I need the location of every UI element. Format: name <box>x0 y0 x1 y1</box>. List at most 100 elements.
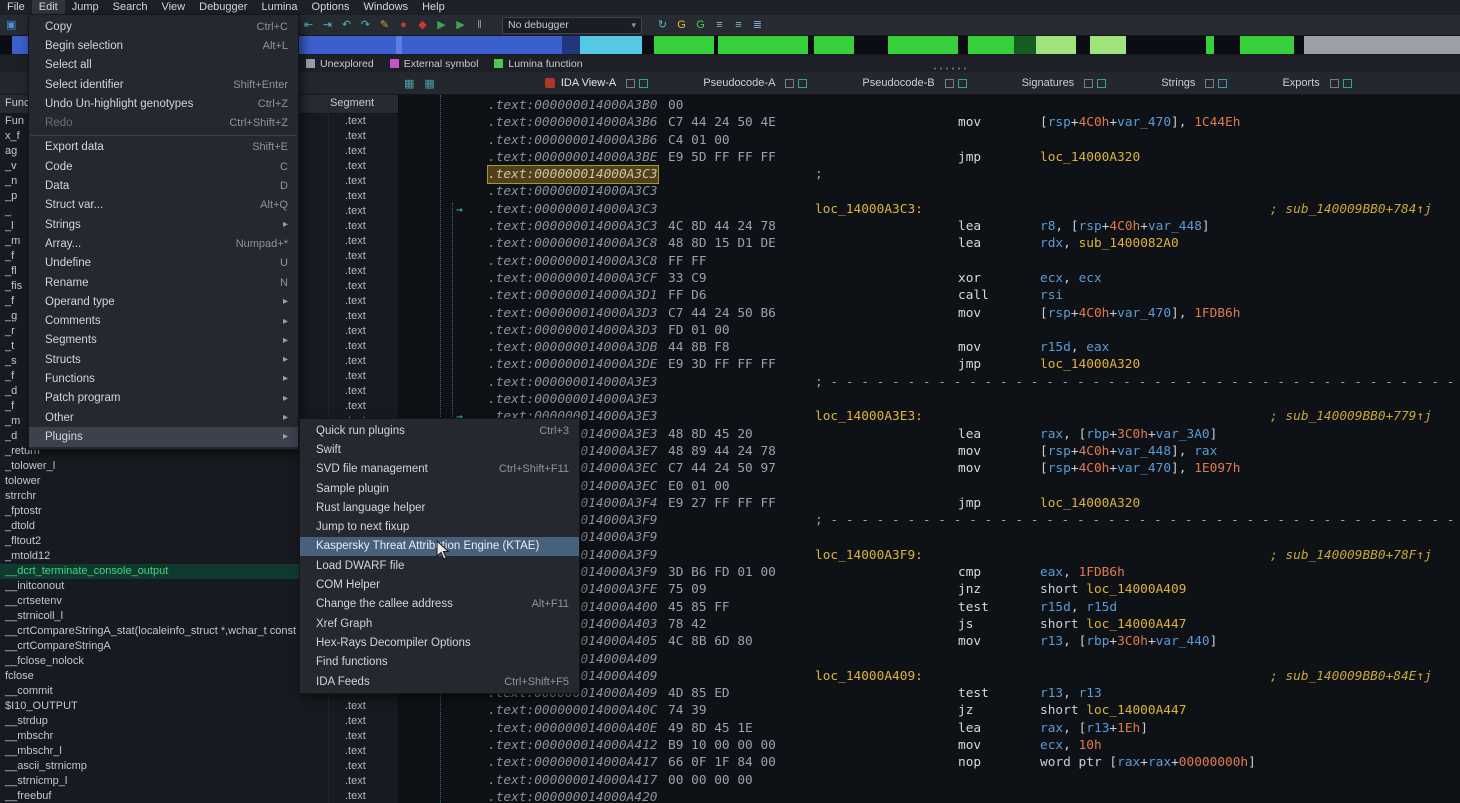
edit-menu-item-select-all[interactable]: Select all <box>29 56 298 75</box>
edit-menu-item-structs[interactable]: Structs▸ <box>29 350 298 369</box>
edit-menu-item-functions[interactable]: Functions▸ <box>29 369 298 388</box>
menubar-item-windows[interactable]: Windows <box>356 0 415 15</box>
navband-segment[interactable] <box>968 36 1014 54</box>
tab-pseudocode-a[interactable]: Pseudocode-A <box>703 77 775 89</box>
disassembly-line[interactable]: .text:000000014000A3D3FD 01 00 <box>400 322 1460 339</box>
edit-menu-item-rename[interactable]: RenameN <box>29 273 298 292</box>
edit-menu-item-select-identifier[interactable]: Select identifierShift+Enter <box>29 75 298 94</box>
disassembly-line[interactable]: .text:000000014000A3C8FF FF <box>400 253 1460 270</box>
navband-segment[interactable] <box>1206 36 1214 54</box>
edit-menu-item-plugins[interactable]: Plugins▸ <box>29 427 298 446</box>
navband-segment[interactable] <box>718 36 808 54</box>
edit-menu-item-strings[interactable]: Strings▸ <box>29 215 298 234</box>
float-window-icon[interactable] <box>945 79 954 88</box>
split-window-icon[interactable] <box>1097 79 1106 88</box>
menubar-item-debugger[interactable]: Debugger <box>192 0 254 15</box>
disassembly-line[interactable]: .text:000000014000A41700 00 00 00 <box>400 772 1460 789</box>
breakpoint-icon[interactable]: ● <box>395 15 412 35</box>
disassembly-line[interactable]: .text:000000014000A3B6C4 01 00 <box>400 132 1460 149</box>
navband-segment[interactable] <box>1036 36 1076 54</box>
edit-menu-item-segments[interactable]: Segments▸ <box>29 331 298 350</box>
tab-exports[interactable]: Exports <box>1282 77 1319 89</box>
navband-segment[interactable] <box>1090 36 1126 54</box>
edit-menu-item-undefine[interactable]: UndefineU <box>29 254 298 273</box>
disassembly-line[interactable]: .text:000000014000A412B9 10 00 00 00move… <box>400 737 1460 754</box>
lumina-push-icon[interactable]: G <box>692 15 709 35</box>
disassembly-line[interactable]: .text:000000014000A3DEE9 3D FF FF FFjmpl… <box>400 356 1460 373</box>
start-debug-icon[interactable]: ▶ <box>433 15 450 35</box>
navband-segment[interactable] <box>562 36 580 54</box>
window-grid2-icon[interactable]: ▦ <box>424 77 434 90</box>
float-window-icon[interactable] <box>626 79 635 88</box>
navband-segment[interactable] <box>888 36 958 54</box>
menubar-item-lumina[interactable]: Lumina <box>254 0 304 15</box>
navband-segment[interactable] <box>1076 36 1090 54</box>
edit-menu-item-begin-selection[interactable]: Begin selectionAlt+L <box>29 36 298 55</box>
disassembly-line[interactable]: .text:000000014000A3C848 8D 15 D1 DElear… <box>400 235 1460 252</box>
split-window-icon[interactable] <box>1343 79 1352 88</box>
edit-menu-item-comments[interactable]: Comments▸ <box>29 311 298 330</box>
disassembly-line[interactable]: .text:000000014000A40C74 39jzshort loc_1… <box>400 702 1460 719</box>
split-window-icon[interactable] <box>639 79 648 88</box>
disassembly-line[interactable]: .text:000000014000A3E3; - - - - - - - - … <box>400 374 1460 391</box>
undo-icon[interactable]: ↶ <box>338 15 355 35</box>
disassembly-line[interactable]: .text:000000014000A3C34C 8D 44 24 78lear… <box>400 218 1460 235</box>
navband-segment[interactable] <box>814 36 854 54</box>
disassembly-line[interactable]: .text:000000014000A41766 0F 1F 84 00nopw… <box>400 754 1460 771</box>
split-window-icon[interactable] <box>958 79 967 88</box>
edit-menu-item-other[interactable]: Other▸ <box>29 408 298 427</box>
float-window-icon[interactable] <box>1205 79 1214 88</box>
plugins-menu-item-ida-feeds[interactable]: IDA FeedsCtrl+Shift+F5 <box>300 672 579 691</box>
function-row[interactable]: __mbschr_l.text <box>0 744 398 759</box>
window-grid-icon[interactable]: ▦ <box>404 77 414 90</box>
plugins-menu-item-quick-run-plugins[interactable]: Quick run pluginsCtrl+3 <box>300 421 579 440</box>
plugins-menu-item-change-the-callee-address[interactable]: Change the callee addressAlt+F11 <box>300 595 579 614</box>
navband-segment[interactable] <box>1214 36 1240 54</box>
float-window-icon[interactable] <box>785 79 794 88</box>
navband-segment[interactable] <box>854 36 888 54</box>
navband-segment[interactable] <box>654 36 714 54</box>
pause-icon[interactable]: ‖ <box>471 15 488 35</box>
edit-menu-item-code[interactable]: CodeC <box>29 157 298 176</box>
navband-segment[interactable] <box>1126 36 1206 54</box>
plugins-menu-item-hex-rays-decompiler-options[interactable]: Hex-Rays Decompiler Options <box>300 633 579 652</box>
float-window-icon[interactable] <box>1084 79 1093 88</box>
menubar-item-search[interactable]: Search <box>106 0 155 15</box>
navband-segment[interactable] <box>642 36 654 54</box>
tab-signatures[interactable]: Signatures <box>1022 77 1075 89</box>
plugins-menu-item-xref-graph[interactable]: Xref Graph <box>300 614 579 633</box>
refresh-icon[interactable]: ↻ <box>654 15 671 35</box>
tab-pseudocode-b[interactable]: Pseudocode-B <box>862 77 934 89</box>
dock-handle[interactable] <box>932 67 966 70</box>
continue-icon[interactable]: ▶ <box>452 15 469 35</box>
disassembly-line[interactable]: .text:000000014000A3DB44 8B F8movr15d, e… <box>400 339 1460 356</box>
disassembly-line[interactable]: →.text:000000014000A3C3loc_14000A3C3:; s… <box>400 201 1460 218</box>
edit-menu-item-struct-var[interactable]: Struct var...Alt+Q <box>29 196 298 215</box>
redo-icon[interactable]: ↷ <box>357 15 374 35</box>
edit-menu-item-data[interactable]: DataD <box>29 176 298 195</box>
stop-icon[interactable]: ◆ <box>414 15 431 35</box>
split-window-icon[interactable] <box>1218 79 1227 88</box>
function-row[interactable]: __freebuf.text <box>0 789 398 803</box>
navband-segment[interactable] <box>580 36 642 54</box>
navband-segment[interactable] <box>1240 36 1294 54</box>
navband-segment[interactable] <box>958 36 968 54</box>
disassembly-line[interactable]: .text:000000014000A40E49 8D 45 1Elearax,… <box>400 720 1460 737</box>
float-window-icon[interactable] <box>1330 79 1339 88</box>
navband-segment[interactable] <box>1014 36 1036 54</box>
plugins-menu-item-jump-to-next-fixup[interactable]: Jump to next fixup <box>300 517 579 536</box>
nav-forward-icon[interactable]: ⇥ <box>319 15 336 35</box>
plugins-menu-item-com-helper[interactable]: COM Helper <box>300 575 579 594</box>
function-row[interactable]: $I10_OUTPUT.text <box>0 699 398 714</box>
disassembly-line[interactable]: .text:000000014000A3CF33 C9xorecx, ecx <box>400 270 1460 287</box>
plugins-menu-item-find-functions[interactable]: Find functions <box>300 653 579 672</box>
list-view-icon[interactable]: ≡ <box>711 15 728 35</box>
debugger-select[interactable]: No debugger ▾ <box>502 17 642 34</box>
menubar-item-file[interactable]: File <box>0 0 32 15</box>
list-view3-icon[interactable]: ≣ <box>749 15 766 35</box>
navband-segment[interactable] <box>1304 36 1460 54</box>
functions-header-segment[interactable]: Segment <box>330 97 374 109</box>
edit-menu-item-copy[interactable]: CopyCtrl+C <box>29 17 298 36</box>
plugins-menu-item-rust-language-helper[interactable]: Rust language helper <box>300 498 579 517</box>
edit-menu-item-undo-un-highlight-genotypes[interactable]: Undo Un-highlight genotypesCtrl+Z <box>29 94 298 113</box>
